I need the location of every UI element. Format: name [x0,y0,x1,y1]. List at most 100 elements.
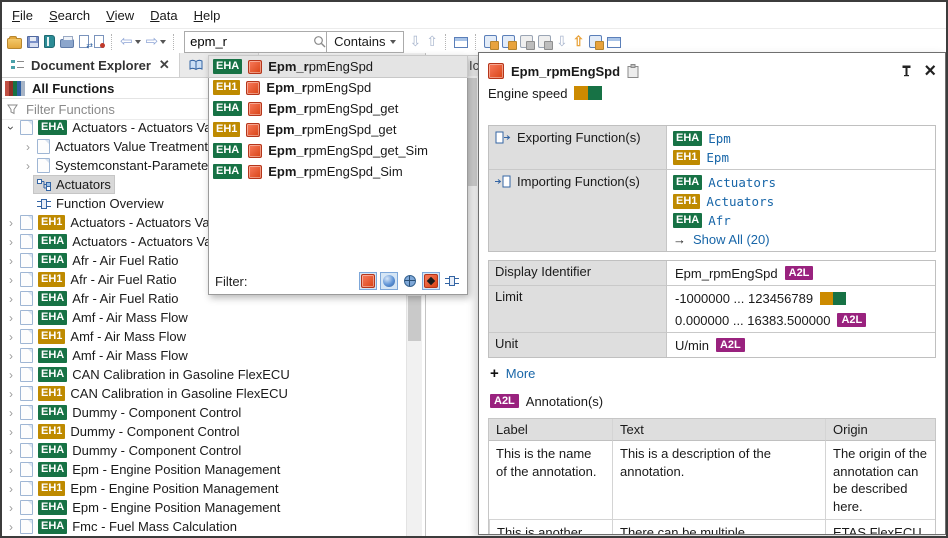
result-name: Epm_rpmEngSpd_get_Sim [268,143,428,158]
arrow-up-icon[interactable]: ⇧ [573,33,585,50]
menu-help[interactable]: Help [186,5,229,26]
tree-item[interactable]: ›EH1Amf - Air Mass Flow [2,327,404,346]
a2l-badge: A2L [837,313,866,327]
tree-item-content: EHAActuators - Actuators Va [17,119,214,136]
tree-item[interactable]: ›EHACAN Calibration in Gasoline FlexECU [2,365,404,384]
bookmarks-icon [189,59,203,71]
search-input[interactable] [185,34,313,49]
pin-icon[interactable] [901,65,912,78]
library-icon[interactable] [44,35,55,48]
next-match-icon[interactable]: ⇩ [409,33,421,50]
tree-item[interactable]: ›EH1Dummy - Component Control [2,422,404,441]
caret-right-icon[interactable]: › [5,482,17,496]
scrollbar-thumb[interactable] [408,296,421,341]
signal-properties-table: Display Identifier Epm_rpmEngSpdA2L Limi… [488,260,936,358]
function-filter-icon[interactable] [443,272,461,290]
menu-view[interactable]: View [98,5,142,26]
tree-item[interactable]: ›EHAAmf - Air Mass Flow [2,346,404,365]
caret-right-icon[interactable]: › [5,254,17,268]
previous-match-icon[interactable]: ⇧ [426,33,438,50]
close-tab-icon[interactable]: ✕ [159,57,170,73]
caret-right-icon[interactable]: › [5,463,17,477]
print-icon[interactable] [60,39,74,48]
export-document-icon[interactable] [79,35,89,48]
menu-file[interactable]: File [4,5,41,26]
document-icon [20,443,33,458]
caret-right-icon[interactable]: › [22,159,34,173]
function-link[interactable]: Actuators [708,175,776,190]
tree-item[interactable]: ›EHAEpm - Engine Position Management [2,460,404,479]
tree-item[interactable]: ›EHADummy - Component Control [2,403,404,422]
clipboard-icon[interactable] [627,64,639,78]
caret-right-icon[interactable]: › [5,273,17,287]
annotation-cell: There can be multiple annotations. [612,519,825,535]
caret-right-icon[interactable]: › [5,216,17,230]
menu-data[interactable]: Data [142,5,185,26]
tree-item[interactable]: ›EHAFmc - Fuel Mass Calculation [2,517,404,536]
caret-right-icon[interactable]: › [5,292,17,306]
diamond-filter-icon[interactable] [422,272,440,290]
function-link[interactable]: Epm [706,150,729,165]
function-link[interactable]: Actuators [706,194,774,209]
caret-right-icon[interactable]: › [5,425,17,439]
ecu-badge-eha: EHA [38,234,67,249]
tree-item[interactable]: ›EHAAmf - Air Mass Flow [2,308,404,327]
tree-item[interactable]: ›EHADummy - Component Control [2,441,404,460]
tab-document-explorer[interactable]: Document Explorer ✕ [2,53,180,77]
back-icon[interactable]: ⇦ [120,34,141,49]
caret-right-icon[interactable]: › [5,349,17,363]
caret-down-icon[interactable]: › [4,122,18,134]
chip-function-icon[interactable] [589,35,602,48]
caret-right-icon[interactable]: › [5,406,17,420]
ecu-badge-eha: EHA [673,213,702,228]
function-link-row: EHAActuators [673,173,929,191]
caret-right-icon[interactable]: › [5,311,17,325]
tree-item-label: Actuators [56,177,111,192]
window-icon[interactable] [607,37,621,48]
plus-icon: + [490,365,499,382]
layout-icon[interactable] [454,37,468,48]
menu-search[interactable]: Search [41,5,98,26]
ecu-badge-eh1: EH1 [38,272,65,287]
search-result-item[interactable]: EHAEpm_rpmEngSpd_get_Sim [209,140,467,161]
match-mode-dropdown[interactable]: Contains [326,32,403,52]
tree-item[interactable]: ›EH1Epm - Engine Position Management [2,479,404,498]
search-result-item[interactable]: EHAEpm_rpmEngSpd_get [209,98,467,119]
open-folder-icon[interactable] [7,38,22,49]
function-link[interactable]: Epm [708,131,731,146]
search-result-item[interactable]: EHAEpm_rpmEngSpd_Sim [209,161,467,182]
tree-item[interactable]: ›EH1CAN Calibration in Gasoline FlexECU [2,384,404,403]
caret-right-icon[interactable]: › [22,140,34,154]
show-all-link[interactable]: Show All (20) [693,232,770,247]
menu-bar: FileSearchViewDataHelp [2,2,946,29]
globe-filter-icon[interactable] [401,272,419,290]
tree-item-content: EHAAmf - Air Mass Flow [17,309,191,326]
chip-a-icon[interactable] [502,35,515,48]
caret-right-icon[interactable]: › [5,501,17,515]
caret-right-icon[interactable]: › [5,368,17,382]
plug-icon[interactable] [538,35,551,48]
caret-right-icon[interactable]: › [5,330,17,344]
signal-icon [248,165,262,179]
caret-right-icon[interactable]: › [5,520,17,534]
forward-icon[interactable]: ⇨ [146,34,167,49]
report-document-icon[interactable] [94,35,104,48]
tree-item[interactable]: ›EHAEpm - Engine Position Management [2,498,404,517]
signal-filter-icon[interactable] [359,272,377,290]
sphere-filter-icon[interactable] [380,272,398,290]
search-result-item[interactable]: EHAEpm_rpmEngSpd [209,56,467,77]
close-icon[interactable]: × [924,64,936,78]
caret-right-icon[interactable]: › [5,444,17,458]
function-link[interactable]: Afr [708,213,731,228]
search-result-item[interactable]: EH1Epm_rpmEngSpd [209,77,467,98]
more-link[interactable]: More [506,366,536,381]
result-name: Epm_rpmEngSpd_get [268,101,398,116]
document-icon [20,500,33,515]
chip-d-icon[interactable] [484,35,497,48]
caret-right-icon[interactable]: › [5,387,17,401]
caret-right-icon[interactable]: › [5,235,17,249]
save-icon[interactable] [27,36,39,48]
arrow-down-icon[interactable]: ⇩ [556,33,568,50]
chip-disabled-icon[interactable] [520,35,533,48]
search-result-item[interactable]: EH1Epm_rpmEngSpd_get [209,119,467,140]
